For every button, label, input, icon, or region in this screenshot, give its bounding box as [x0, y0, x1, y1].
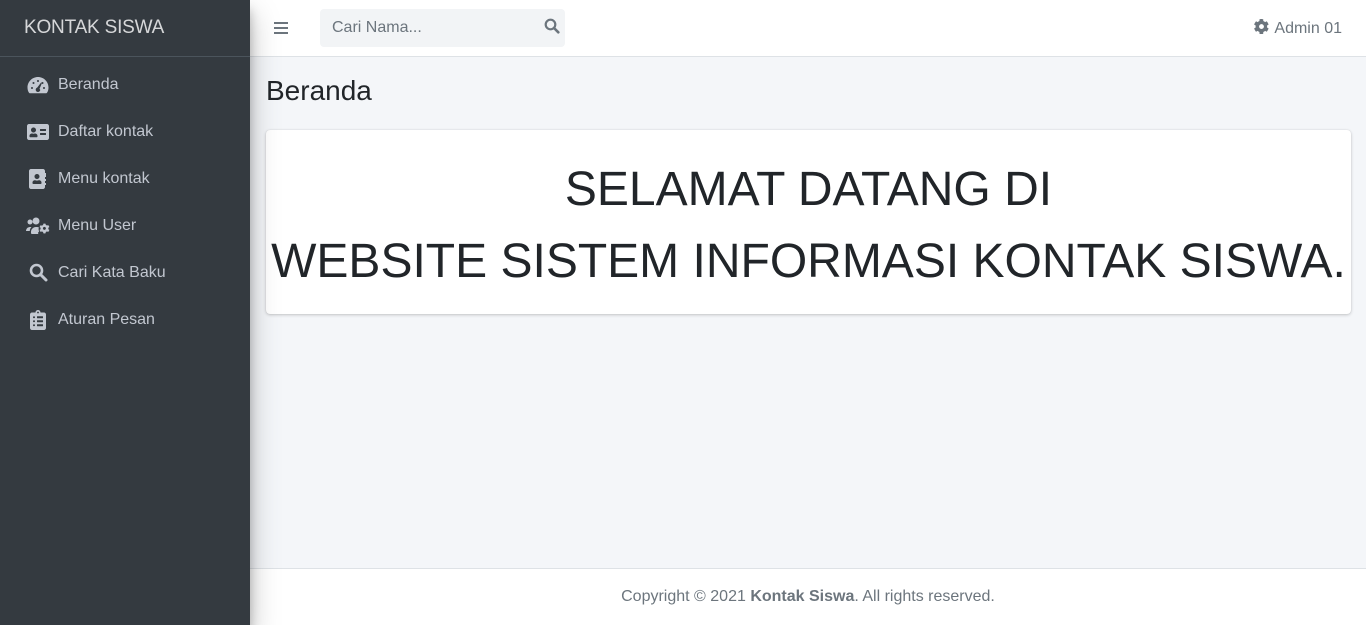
search-form — [320, 9, 565, 47]
footer: Copyright © 2021 Kontak Siswa. All right… — [250, 568, 1366, 625]
search-button[interactable] — [539, 9, 565, 47]
top-navbar: Admin 01 — [250, 0, 1366, 57]
sidebar-item-label: Menu kontak — [58, 169, 150, 187]
welcome-card: SELAMAT DATANG DI WEBSITE SISTEM INFORMA… — [266, 130, 1351, 314]
sidebar-item-label: Menu User — [58, 216, 137, 234]
user-name: Admin 01 — [1274, 19, 1342, 37]
page-title: Beranda — [266, 75, 372, 106]
sidebar-item-label: Cari Kata Baku — [58, 263, 166, 281]
footer-brand: Kontak Siswa — [750, 588, 855, 605]
sidebar-item-daftar-kontak[interactable]: Daftar kontak — [0, 108, 250, 155]
sidebar-item-label: Aturan Pesan — [58, 310, 155, 328]
welcome-heading-line2: WEBSITE SISTEM INFORMASI KONTAK SISWA. — [271, 235, 1346, 288]
user-menu[interactable]: Admin 01 — [1254, 0, 1342, 57]
hamburger-icon[interactable] — [272, 17, 294, 39]
sidebar-nav: Beranda Daftar kontak Menu kontak Menu U… — [0, 57, 250, 343]
tachometer-icon — [26, 75, 50, 95]
footer-rights: . All rights reserved. — [854, 588, 995, 605]
clipboard-list-icon — [26, 309, 50, 330]
address-book-icon — [26, 168, 50, 189]
sidebar-item-beranda[interactable]: Beranda — [0, 61, 250, 108]
sidebar-item-aturan-pesan[interactable]: Aturan Pesan — [0, 296, 250, 343]
users-cog-icon — [26, 216, 50, 236]
gear-icon — [1254, 18, 1269, 39]
sidebar: KONTAK SISWA Beranda Daftar kontak Menu … — [0, 0, 250, 625]
search-icon — [544, 18, 560, 39]
brand-link[interactable]: KONTAK SISWA — [0, 0, 250, 57]
welcome-heading-line1: SELAMAT DATANG DI — [564, 163, 1053, 216]
id-card-icon — [26, 122, 50, 142]
main-content: Beranda SELAMAT DATANG DI WEBSITE SISTEM… — [250, 57, 1366, 568]
search-icon — [26, 263, 50, 283]
sidebar-item-menu-user[interactable]: Menu User — [0, 202, 250, 249]
sidebar-item-menu-kontak[interactable]: Menu kontak — [0, 155, 250, 202]
sidebar-item-label: Daftar kontak — [58, 122, 154, 140]
brand-text: KONTAK SISWA — [24, 17, 165, 38]
search-input[interactable] — [320, 19, 539, 37]
footer-copyright: Copyright © 2021 — [621, 588, 751, 605]
sidebar-item-cari-kata-baku[interactable]: Cari Kata Baku — [0, 249, 250, 296]
sidebar-item-label: Beranda — [58, 75, 119, 93]
